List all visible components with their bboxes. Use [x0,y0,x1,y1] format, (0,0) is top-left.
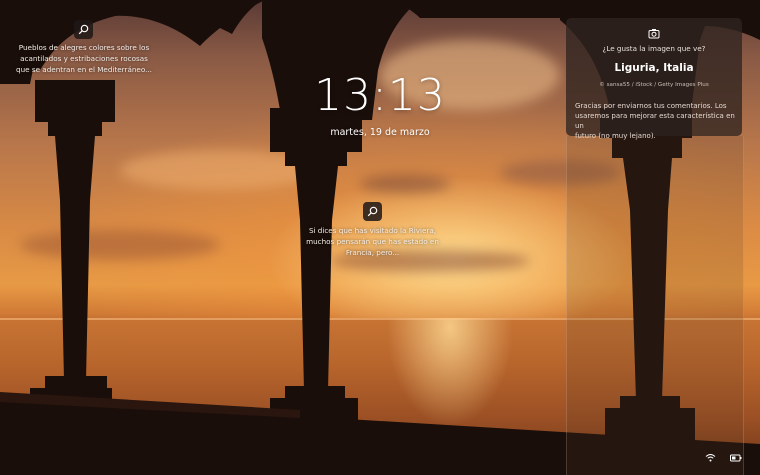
search-icon[interactable] [74,20,93,39]
camera-icon[interactable] [648,24,660,43]
lockscreen-clock: 13:13 [314,70,446,121]
spotlight-line: Francia, pero... [345,248,400,257]
spotlight-description[interactable]: Si dices que has visitado la Riviera, mu… [305,225,440,258]
feedback-message-line: Gracias por enviarnos tus comentarios. L… [575,102,727,110]
spotlight-line: Pueblos de alegres colores sobre los [18,43,150,52]
panel-extension [566,136,744,475]
image-credit: © sansa55 / iStock / Getty Images Plus [599,82,709,88]
battery-icon[interactable] [730,447,742,466]
feedback-question: ¿Le gusta la imagen que ve? [602,44,706,53]
spotlight-line: muchos pensarán que has estado en [306,237,439,246]
spotlight-line: acantilados y estribaciones rocosas [20,54,148,63]
spotlight-line: que se adentran en el Mediterráneo... [16,65,152,74]
image-feedback-panel: ¿Le gusta la imagen que ve? Liguria, Ita… [566,18,742,140]
spotlight-description[interactable]: Pueblos de alegres colores sobre los aca… [14,42,154,75]
feedback-message-line: usaremos para mejorar esta característic… [575,112,735,130]
wifi-icon[interactable] [705,447,716,466]
spotlight-line: Si dices que has visitado la Riviera, [308,226,437,235]
search-glyph [78,24,89,35]
feedback-message: Gracias por enviarnos tus comentarios. L… [575,101,737,141]
search-glyph [367,206,378,217]
lockscreen-date: martes, 19 de marzo [330,127,430,138]
image-location: Liguria, Italia [614,62,694,74]
feedback-message-line: futuro (no muy lejano). [575,132,656,140]
search-icon[interactable] [363,202,382,221]
system-tray [705,451,742,461]
